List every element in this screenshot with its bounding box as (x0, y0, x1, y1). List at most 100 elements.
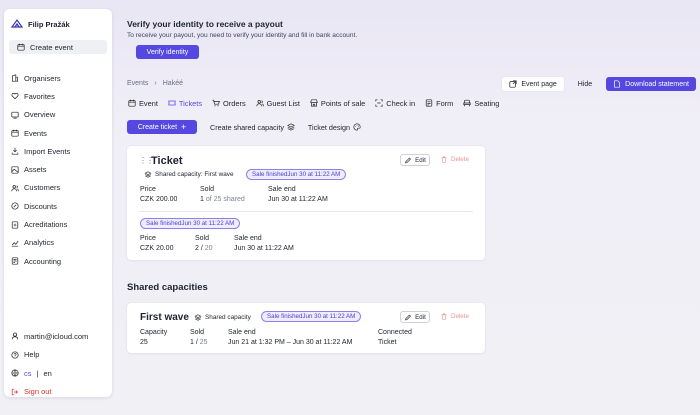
sale-end-value: Jun 30 at 11:22 AM (268, 196, 328, 203)
create-shared-capacity-label: Create shared capacity (210, 122, 284, 132)
sale-end-label: Sale end (234, 235, 262, 242)
verify-identity-button[interactable]: Verify identity (136, 45, 199, 59)
edit-shared-capacity-button[interactable]: Edit (400, 311, 430, 323)
sidebar-item-analytics[interactable]: Analytics (4, 234, 112, 252)
scan-icon (375, 99, 383, 107)
sold-value: 2 / 20 (195, 244, 213, 253)
edit-label: Edit (415, 313, 426, 321)
create-event-button[interactable]: Create event (9, 40, 107, 54)
price-value: CZK 200.00 (140, 196, 178, 203)
edit-ticket-button[interactable]: Edit (400, 154, 430, 166)
ticket-design-button[interactable]: Ticket design (308, 120, 361, 134)
globe-icon (11, 369, 19, 377)
help-icon (11, 351, 19, 359)
form-icon (425, 99, 433, 107)
sidebar-item-discounts[interactable]: Discounts (4, 197, 112, 215)
ticket-toolbar: Create ticket + Create shared capacity T… (127, 120, 361, 134)
verify-banner: Verify your identity to receive a payout… (127, 19, 357, 39)
sold-label: Sold (200, 186, 215, 193)
connected-label: Connected (378, 329, 412, 336)
hide-button[interactable]: Hide (571, 77, 599, 91)
sidebar-footer: martin@icloud.com Help cs | en Sign out (4, 327, 112, 401)
event-page-button[interactable]: Event page (502, 77, 564, 91)
create-ticket-label: Create ticket (137, 123, 178, 131)
sidebar-item-acreditations[interactable]: Acreditations (4, 215, 112, 233)
lang-cs[interactable]: cs (24, 369, 32, 378)
breadcrumb-events[interactable]: Events (127, 80, 148, 87)
sidebar-item-organisers[interactable]: Organisers (4, 69, 112, 87)
hide-label: Hide (577, 80, 593, 88)
sidebar-item-label: Assets (24, 165, 47, 175)
tab-tickets[interactable]: Tickets (168, 96, 202, 110)
shared-capacity-tag: Shared capacity (194, 314, 251, 321)
sale-end-value: Jun 21 at 1:32 PM – Jun 30 at 11:22 AM (228, 339, 353, 346)
event-actions: Event page Hide Download statement (502, 77, 696, 91)
overview-icon (11, 111, 19, 119)
sold-value: 1 / 25 (190, 338, 208, 347)
sidebar-item-accounting[interactable]: Accounting (4, 252, 112, 270)
shared-capacity-note: Shared capacity: First wave (144, 171, 234, 178)
shared-capacities-heading: Shared capacities (127, 282, 208, 293)
help-label: Help (24, 350, 40, 360)
sold-shared: of 25 shared (205, 196, 245, 203)
plus-icon: + (181, 122, 187, 132)
shared-capacity-tag-label: Shared capacity (205, 314, 251, 321)
ticket-design-label: Ticket design (307, 122, 351, 132)
sidebar-item-customers[interactable]: Customers (4, 179, 112, 197)
sign-out-button[interactable]: Sign out (4, 383, 112, 402)
sold-value: 1 of 25 shared (200, 195, 245, 204)
price-label: Price (140, 235, 156, 242)
lang-en[interactable]: en (43, 369, 51, 378)
tab-form[interactable]: Form (425, 96, 453, 110)
event-icon (128, 99, 136, 107)
tab-guest-list[interactable]: Guest List (256, 96, 300, 110)
delete-ticket-button[interactable]: Delete (440, 156, 469, 163)
status-badge: Sale finishedJun 30 at 11:22 AM (140, 218, 241, 229)
tab-label: Points of sale (320, 98, 366, 108)
tab-label: Orders (223, 98, 246, 108)
tab-check-in[interactable]: Check in (375, 96, 415, 110)
breadcrumb: Events › Hakéé (127, 80, 183, 87)
sidebar-item-label: Organisers (24, 73, 61, 83)
account-email[interactable]: martin@icloud.com (4, 327, 112, 346)
calendar-plus-icon (17, 43, 25, 51)
sidebar-item-events[interactable]: Events (4, 124, 112, 142)
brand[interactable]: Filip Pražák (11, 18, 70, 30)
sidebar-item-overview[interactable]: Overview (4, 106, 112, 124)
layers-icon (194, 314, 202, 321)
pencil-icon (405, 157, 412, 163)
tab-orders[interactable]: Orders (212, 96, 246, 110)
seat-icon (463, 99, 471, 107)
sold-label: Sold (190, 329, 205, 336)
sidebar-item-favorites[interactable]: Favorites (4, 87, 112, 105)
sidebar-item-import-events[interactable]: Import Events (4, 142, 112, 160)
sign-out-icon (11, 388, 18, 395)
help-link[interactable]: Help (4, 346, 112, 365)
sale-end-value: Jun 30 at 11:22 AM (234, 245, 294, 252)
banner-subtitle: To receive your payout, you need to veri… (127, 32, 358, 39)
sidebar-item-label: Overview (24, 110, 56, 120)
sale-end-label: Sale end (268, 186, 296, 193)
create-shared-capacity-button[interactable]: Create shared capacity (210, 120, 295, 134)
store-icon (310, 99, 318, 107)
sidebar-item-label: Events (24, 128, 47, 138)
sidebar-item-label: Acreditations (24, 220, 68, 230)
sidebar-item-assets[interactable]: Assets (4, 160, 112, 178)
tab-seating[interactable]: Seating (463, 96, 499, 110)
download-statement-button[interactable]: Download statement (606, 77, 696, 91)
import-icon (11, 148, 19, 155)
sign-out-label: Sign out (24, 387, 52, 397)
sold-total: 25 (199, 339, 208, 346)
banner-title: Verify your identity to receive a payout (127, 19, 283, 29)
delete-shared-capacity-button[interactable]: Delete (440, 313, 469, 320)
create-ticket-button[interactable]: Create ticket + (127, 120, 197, 134)
tab-label: Guest List (266, 98, 300, 108)
logo-icon (11, 18, 23, 28)
tab-label: Form (436, 98, 454, 108)
tab-points-of-sale[interactable]: Points of sale (310, 96, 365, 110)
sidebar-item-label: Accounting (24, 256, 62, 266)
layers-icon (144, 171, 152, 178)
tab-event[interactable]: Event (128, 96, 158, 110)
capacity-label: Capacity (140, 329, 168, 336)
status-badge: Sale finishedJun 30 at 11:22 AM (246, 169, 347, 180)
